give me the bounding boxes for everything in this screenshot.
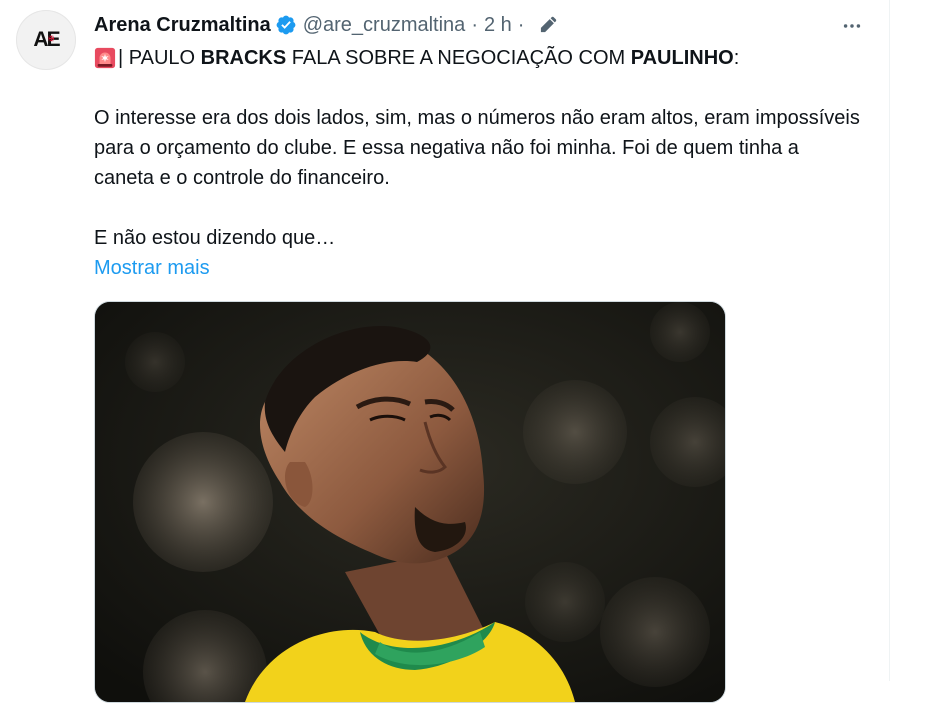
avatar[interactable]: AE ✠ <box>16 10 76 70</box>
cross-icon: ✠ <box>48 36 54 43</box>
column-divider <box>889 0 890 681</box>
siren-emoji-icon <box>94 47 116 69</box>
show-more-link[interactable]: Mostrar mais <box>94 253 210 283</box>
more-options-button[interactable] <box>838 12 866 40</box>
tweet-header: Arena Cruzmaltina @are_cruzmaltina · 2 h… <box>94 10 558 40</box>
display-name[interactable]: Arena Cruzmaltina <box>94 14 271 37</box>
handle[interactable]: @are_cruzmaltina <box>303 14 466 37</box>
edit-pencil-icon[interactable] <box>538 15 558 35</box>
headline-text-2: FALA SOBRE A NEGOCIAÇÃO COM <box>286 47 631 69</box>
headline-text-3: : <box>733 47 740 69</box>
headline-bold-name-1: BRACKS <box>200 47 287 69</box>
avatar-logo: AE ✠ <box>33 28 60 52</box>
separator-dot: · <box>517 13 525 36</box>
tweet-photo[interactable] <box>94 301 726 703</box>
tweet-paragraph: O interesse era dos dois lados, sim, mas… <box>94 107 860 189</box>
avatar-logo-text: AE <box>33 28 60 51</box>
player-photo-illustration <box>95 302 725 702</box>
tweet-headline: | PAULO BRACKS FALA SOBRE A NEGOCIAÇÃO C… <box>94 43 864 73</box>
tweet[interactable]: AE ✠ Arena Cruzmaltina @are_cruzmaltina … <box>0 0 889 703</box>
separator-dot: · <box>471 13 478 36</box>
headline-bold-name-2: PAULINHO <box>630 47 734 69</box>
verified-badge-icon[interactable] <box>275 14 297 36</box>
timestamp[interactable]: 2 h <box>484 14 512 37</box>
more-options-icon <box>843 24 861 28</box>
tweet-paragraph-truncated: E não estou dizendo que… <box>94 227 336 249</box>
headline-text-1: | PAULO <box>118 47 201 69</box>
